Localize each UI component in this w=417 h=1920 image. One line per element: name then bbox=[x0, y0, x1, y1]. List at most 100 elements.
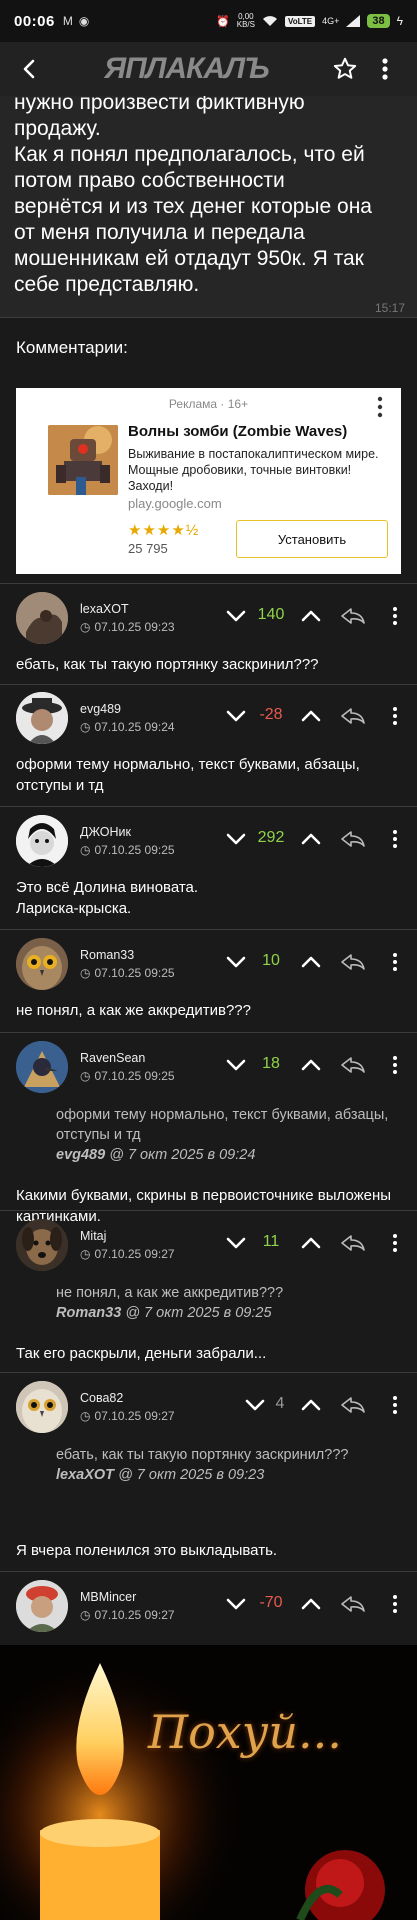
reply-arrow-icon bbox=[341, 954, 365, 970]
reply-button[interactable] bbox=[338, 947, 368, 977]
comment-author[interactable]: Mitaj bbox=[80, 1229, 106, 1243]
more-vertical-icon bbox=[393, 1234, 397, 1252]
reply-button[interactable] bbox=[338, 1390, 368, 1420]
ad-game-image[interactable] bbox=[48, 425, 118, 495]
chevron-down-icon bbox=[226, 1059, 246, 1071]
comment-more-button[interactable] bbox=[380, 947, 410, 977]
avatar[interactable] bbox=[16, 1580, 68, 1632]
ad-robot-illustration bbox=[48, 425, 118, 495]
avatar[interactable] bbox=[16, 815, 68, 867]
comment-author[interactable]: ДЖОНик bbox=[80, 825, 131, 839]
reply-button[interactable] bbox=[338, 1228, 368, 1258]
comment-date: ◷ 07.10.25 09:27 bbox=[80, 1247, 175, 1261]
reply-arrow-icon bbox=[341, 1397, 365, 1413]
divider bbox=[0, 317, 417, 318]
avatar[interactable] bbox=[16, 592, 68, 644]
quoted-text: оформи тему нормально, текст буквами, аб… bbox=[56, 1107, 389, 1143]
comment-more-button[interactable] bbox=[380, 824, 410, 854]
quote-source[interactable]: lexaXOT @ 7 окт 2025 в 09:23 bbox=[56, 1467, 396, 1483]
chevron-down-icon bbox=[226, 610, 246, 622]
reply-arrow-icon bbox=[341, 1057, 365, 1073]
quoted-text: ебать, как ты такую портянку заскринил??… bbox=[56, 1447, 349, 1463]
comment-author[interactable]: lexaXOT bbox=[80, 602, 129, 616]
comment-more-button[interactable] bbox=[380, 1589, 410, 1619]
chevron-up-icon bbox=[301, 1598, 321, 1610]
comment-text: Так его раскрыли, деньги забрали... bbox=[16, 1345, 267, 1362]
site-logo[interactable]: ЯПЛАКАЛЪ bbox=[48, 52, 325, 86]
comment-rating: -70 bbox=[259, 1594, 283, 1611]
ad-install-button[interactable]: Установить bbox=[236, 520, 388, 558]
favorite-button[interactable] bbox=[325, 49, 365, 89]
comment-image[interactable]: Похуй... bbox=[0, 1645, 417, 1920]
comment-rating: 292 bbox=[257, 829, 285, 846]
avatar[interactable] bbox=[16, 1219, 68, 1271]
comment-author[interactable]: Сова82 bbox=[80, 1391, 123, 1405]
chevron-down-icon bbox=[226, 1598, 246, 1610]
alarm-icon: ⏰ bbox=[216, 15, 230, 28]
avatar[interactable] bbox=[16, 1381, 68, 1433]
comment: Mitaj ◷ 07.10.25 09:27 11 не понял, а как… bbox=[0, 1215, 417, 1372]
comment-author[interactable]: RavenSean bbox=[80, 1051, 145, 1065]
vote-up-button[interactable] bbox=[296, 1050, 326, 1080]
avatar-boy-image bbox=[16, 815, 68, 867]
avatar[interactable] bbox=[16, 1041, 68, 1093]
clock-icon: ◷ bbox=[80, 966, 91, 980]
ad-banner[interactable]: Реклама · 16+ Волны зомби (Zombie Waves)… bbox=[16, 388, 401, 574]
more-vertical-icon bbox=[393, 1595, 397, 1613]
chevron-up-icon bbox=[301, 610, 321, 622]
more-options-button[interactable] bbox=[365, 49, 405, 89]
vote-up-button[interactable] bbox=[296, 1390, 326, 1420]
more-vertical-icon bbox=[393, 953, 397, 971]
comment-more-button[interactable] bbox=[380, 1228, 410, 1258]
vote-up-button[interactable] bbox=[296, 601, 326, 631]
comment-more-button[interactable] bbox=[380, 701, 410, 731]
vote-up-button[interactable] bbox=[296, 947, 326, 977]
comment-date: ◷ 07.10.25 09:27 bbox=[80, 1409, 175, 1423]
reply-button[interactable] bbox=[338, 1050, 368, 1080]
reply-button[interactable] bbox=[338, 824, 368, 854]
vote-up-button[interactable] bbox=[296, 701, 326, 731]
comment-author[interactable]: MBMincer bbox=[80, 1590, 136, 1604]
vote-up-button[interactable] bbox=[296, 1589, 326, 1619]
vote-up-button[interactable] bbox=[296, 824, 326, 854]
charging-icon: ϟ bbox=[396, 14, 403, 28]
back-button[interactable] bbox=[12, 51, 48, 87]
avatar[interactable] bbox=[16, 938, 68, 990]
chevron-up-icon bbox=[301, 833, 321, 845]
reply-arrow-icon bbox=[341, 1596, 365, 1612]
chevron-up-icon bbox=[301, 1399, 321, 1411]
status-bar: 00:06 M ◉ ⏰ 0,00 KB/S VoLTE 4G+ 38 ϟ bbox=[0, 0, 417, 42]
image-caption: Похуй... bbox=[148, 1705, 342, 1759]
avatar[interactable] bbox=[16, 692, 68, 744]
comment-more-button[interactable] bbox=[380, 601, 410, 631]
quote-source[interactable]: evg489 @ 7 окт 2025 в 09:24 bbox=[56, 1147, 396, 1163]
chevron-up-icon bbox=[301, 710, 321, 722]
divider bbox=[0, 1571, 417, 1572]
comment-rating: 10 bbox=[262, 952, 280, 969]
ad-review-count: 25 795 bbox=[128, 541, 168, 556]
ad-title[interactable]: Волны зомби (Zombie Waves) bbox=[128, 423, 347, 440]
clock-icon: ◷ bbox=[80, 1608, 91, 1622]
chevron-down-icon bbox=[226, 956, 246, 968]
comment-more-button[interactable] bbox=[380, 1050, 410, 1080]
reply-button[interactable] bbox=[338, 701, 368, 731]
chevron-up-icon bbox=[301, 956, 321, 968]
chevron-up-icon bbox=[301, 1059, 321, 1071]
comment-author[interactable]: evg489 bbox=[80, 702, 121, 716]
quote-source[interactable]: Roman33 @ 7 окт 2025 в 09:25 bbox=[56, 1305, 396, 1321]
more-vertical-icon bbox=[393, 707, 397, 725]
comment: Roman33 ◷ 07.10.25 09:25 10 не понял, а к… bbox=[0, 934, 417, 1032]
reply-button[interactable] bbox=[338, 601, 368, 631]
reply-button[interactable] bbox=[338, 1589, 368, 1619]
reply-arrow-icon bbox=[341, 608, 365, 624]
vote-up-button[interactable] bbox=[296, 1228, 326, 1258]
comment-author[interactable]: Roman33 bbox=[80, 948, 134, 962]
ad-more-button[interactable] bbox=[377, 396, 387, 418]
comment-text: не понял, а как же аккредитив??? bbox=[16, 1002, 251, 1019]
comment-date: ◷ 07.10.25 09:24 bbox=[80, 720, 175, 734]
ad-url: play.google.com bbox=[128, 496, 222, 511]
divider bbox=[0, 1032, 417, 1033]
avatar-owl-image bbox=[16, 1381, 68, 1433]
comment-more-button[interactable] bbox=[380, 1390, 410, 1420]
comment-text: оформи тему нормально, текст буквами, аб… bbox=[16, 756, 360, 794]
